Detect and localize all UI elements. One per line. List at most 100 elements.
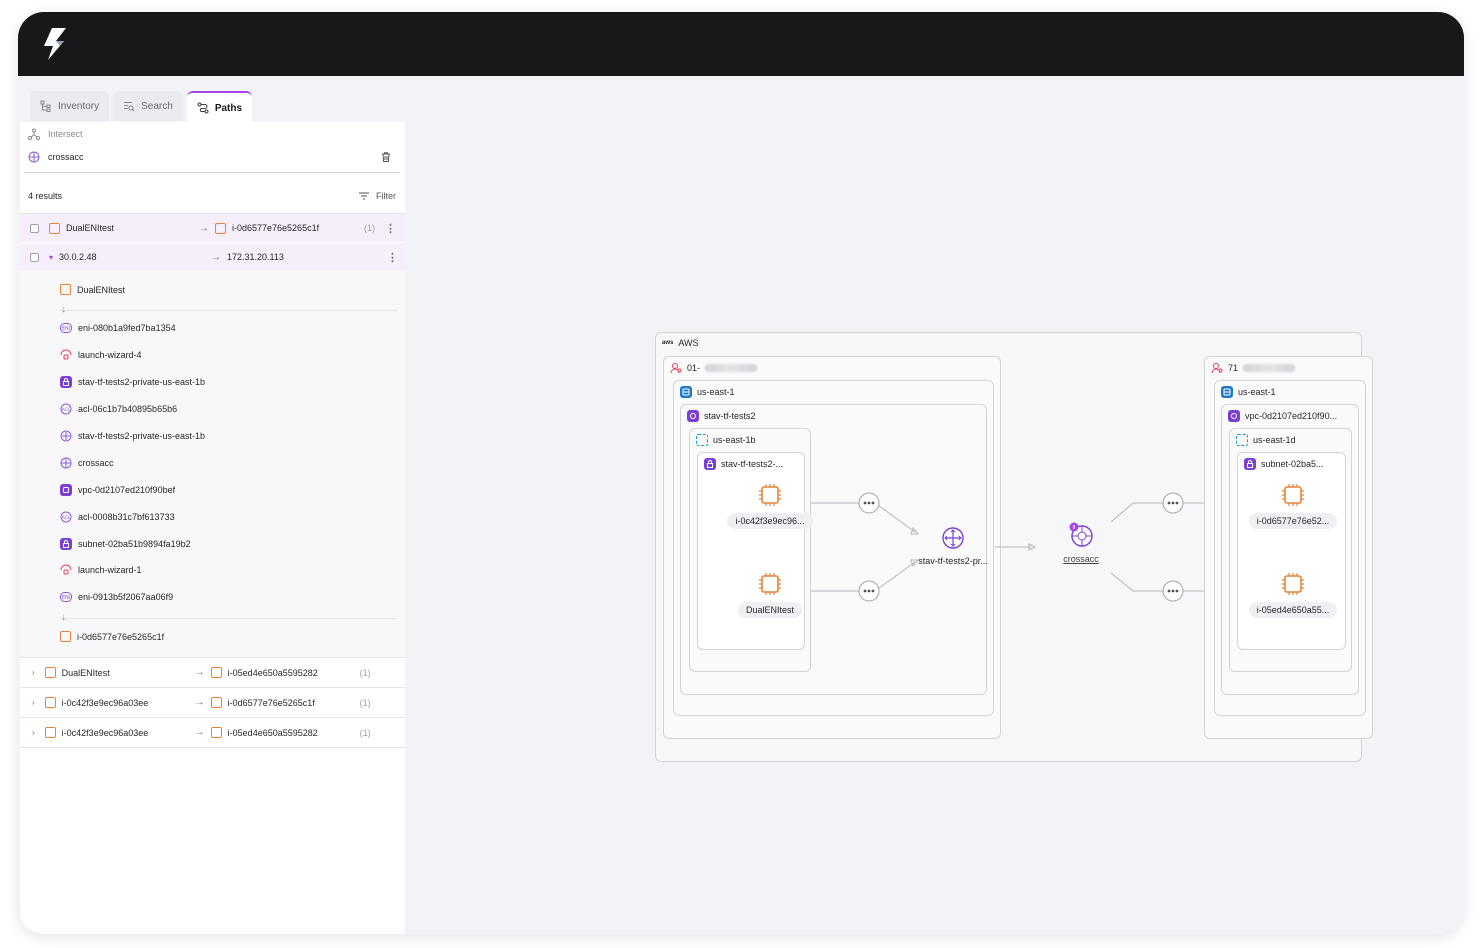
result-subrow[interactable]: ▾ 30.0.2.48 → 172.31.20.113 ⋮: [20, 243, 405, 271]
instance-icon: [60, 631, 71, 642]
instance-node[interactable]: i-05ed4e650a55...: [1245, 572, 1341, 618]
tab-inventory[interactable]: Inventory: [30, 91, 110, 121]
ec2-instance-icon: [1282, 484, 1304, 506]
path-step: launch-wizard-4: [60, 349, 380, 361]
region-name: us-east-1: [1238, 387, 1276, 397]
tab-paths-label: Paths: [214, 102, 243, 114]
chevron-right-icon[interactable]: ›: [32, 728, 35, 737]
path-divider: [60, 310, 397, 311]
transit-gateway-icon: [28, 151, 40, 163]
gateway-label[interactable]: crossacc: [1063, 554, 1099, 564]
transit-gateway-node[interactable]: crossacc: [1041, 522, 1121, 564]
query-target-value: crossacc: [48, 152, 84, 162]
availability-zone-icon: [1236, 434, 1248, 446]
app-logo-icon[interactable]: [38, 26, 74, 62]
instance-label: i-0d6577e76e52...: [1248, 513, 1338, 529]
top-bar: [18, 12, 1464, 76]
chevron-down-icon[interactable]: ▾: [49, 253, 53, 262]
arrow-down-icon: ↓: [61, 304, 66, 315]
instance-icon: [215, 222, 226, 234]
account-icon: [670, 362, 682, 374]
row-checkbox[interactable]: [30, 223, 39, 233]
router-icon: [60, 430, 72, 442]
chevron-right-icon[interactable]: ›: [32, 698, 35, 707]
result-dest: i-0d6577e76e5265c1f: [227, 697, 315, 708]
intersect-row: Intersect: [28, 128, 388, 140]
paths-icon: [197, 102, 209, 114]
path-step-label: acl-06c1b7b40895b65b6: [78, 404, 178, 414]
search-list-icon: [124, 102, 135, 112]
svg-text:ENI: ENI: [62, 326, 70, 332]
path-step-label: eni-080b1a9fed7ba1354: [78, 323, 176, 333]
result-row[interactable]: › DualENItest → i-05ed4e650a5595282 (1): [20, 658, 405, 687]
path-step: crossacc: [60, 457, 380, 469]
path-step: ACL acl-06c1b7b40895b65b6: [60, 403, 380, 415]
instance-label: DualENItest: [737, 602, 803, 618]
path-step: ENI eni-0913b5f2067aa06f9: [60, 591, 380, 603]
subrow-menu-icon[interactable]: ⋮: [387, 251, 398, 264]
instance-label: i-0c42f3e9ec96...: [727, 513, 813, 529]
row-menu-icon[interactable]: ⋮: [385, 222, 396, 235]
path-step: ENI eni-080b1a9fed7ba1354: [60, 322, 380, 334]
tab-search[interactable]: Search: [113, 91, 183, 121]
result-row[interactable]: DualENItest → i-0d6577e76e5265c1f (1) ⋮: [20, 214, 405, 242]
redacted-blur: [705, 364, 758, 372]
app-frame: Inventory Search Paths Intersect crossac…: [18, 12, 1464, 934]
subnet-lock-icon: [60, 538, 72, 550]
instance-node[interactable]: i-0c42f3e9ec96...: [723, 483, 817, 529]
transit-gateway-icon: [1069, 522, 1093, 547]
right-subnet-box[interactable]: subnet-02ba5...: [1237, 452, 1346, 650]
path-step-label: acl-0008b31c7bf613733: [78, 512, 175, 522]
result-count: (1): [359, 727, 371, 738]
query-divider: [24, 172, 400, 173]
diagram-canvas[interactable]: aws AWS 01- us-east-1 stav-tf-tests2 us-…: [405, 76, 1464, 934]
arrow-right-icon: →: [194, 697, 205, 708]
region-name: us-east-1: [697, 387, 735, 397]
account-id: 71: [1228, 363, 1239, 373]
paths-panel: Intersect crossacc 4 results Filter Dual…: [20, 122, 405, 934]
dest-ip: 172.31.20.113: [227, 252, 284, 262]
left-subnet-label: stav-tf-tests2-...: [704, 458, 783, 470]
arrow-right-icon: →: [211, 251, 222, 263]
left-az-label: us-east-1b: [696, 434, 756, 446]
region-icon: [680, 386, 692, 398]
query-target-row[interactable]: crossacc: [28, 151, 392, 163]
route-table-node[interactable]: stav-tf-tests2-pr...: [903, 526, 1003, 566]
trash-icon[interactable]: [380, 151, 392, 163]
path-step-label: subnet-02ba51b9894fa19b2: [78, 539, 191, 549]
result-row[interactable]: › i-0c42f3e9ec96a03ee → i-05ed4e650a5595…: [20, 718, 405, 747]
instance-icon: [210, 697, 222, 708]
left-subnet-box[interactable]: stav-tf-tests2-...: [697, 452, 805, 650]
right-vpc-label: vpc-0d2107ed210f90...: [1228, 410, 1337, 422]
result-count: (1): [364, 223, 375, 233]
svg-text:ACL: ACL: [62, 407, 71, 413]
acl-icon: ACL: [60, 403, 72, 415]
right-az-label: us-east-1d: [1236, 434, 1296, 446]
left-region-label: us-east-1: [680, 386, 735, 398]
path-step-label: stav-tf-tests2-private-us-east-1b: [78, 377, 206, 387]
instance-node[interactable]: i-0d6577e76e52...: [1245, 483, 1341, 529]
filter-button[interactable]: Filter: [376, 191, 396, 201]
filter-icon[interactable]: [358, 190, 370, 202]
tab-paths[interactable]: Paths: [186, 91, 253, 123]
vpc-name: vpc-0d2107ed210f90...: [1245, 411, 1338, 421]
results-header: 4 results Filter: [28, 190, 396, 202]
result-row[interactable]: › i-0c42f3e9ec96a03ee → i-0d6577e76e5265…: [20, 688, 405, 717]
result-count: (1): [359, 697, 371, 708]
result-count: (1): [359, 667, 371, 678]
instance-icon: [210, 667, 222, 678]
security-group-icon: [60, 349, 72, 361]
instance-icon: [60, 284, 71, 295]
subnet-lock-icon: [60, 376, 72, 388]
path-step: ACL acl-0008b31c7bf613733: [60, 511, 380, 523]
aws-label: aws AWS: [662, 338, 699, 348]
transit-gateway-icon: [60, 457, 72, 469]
result-source: DualENItest: [61, 667, 110, 678]
arrow-right-icon: →: [194, 667, 205, 678]
result-source: i-0c42f3e9ec96a03ee: [61, 727, 149, 738]
subrow-checkbox[interactable]: [30, 252, 39, 262]
eni-icon: ENI: [60, 322, 72, 334]
chevron-right-icon[interactable]: ›: [32, 668, 35, 677]
instance-node[interactable]: DualENItest: [723, 572, 817, 618]
path-step-label: crossacc: [78, 458, 114, 468]
